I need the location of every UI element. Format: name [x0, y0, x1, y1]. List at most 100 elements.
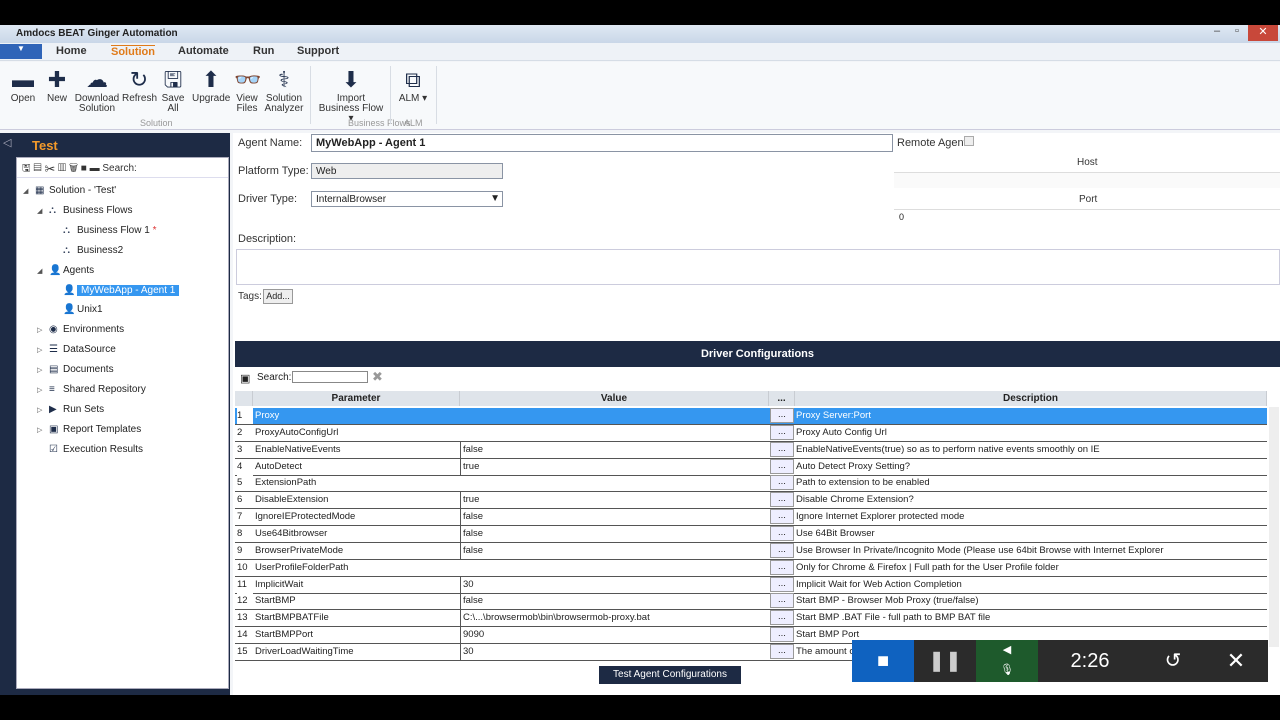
parameter-cell[interactable]: ProxyAutoConfigUrl — [255, 425, 458, 441]
table-row[interactable]: 1 Proxy... Proxy Server:Port — [235, 408, 1267, 425]
value-cell[interactable]: 30 — [460, 643, 768, 660]
expand-arrow-icon[interactable]: ◢ — [37, 202, 49, 222]
expand-arrow-icon[interactable]: ◢ — [23, 182, 35, 202]
tab-home[interactable]: Home — [56, 45, 87, 57]
edit-value-button[interactable]: ... — [770, 593, 794, 609]
file-menu-button[interactable]: ▼ — [0, 44, 42, 59]
agent-name-input[interactable]: MyWebApp - Agent 1 — [311, 134, 893, 152]
column-header-value[interactable]: Value — [460, 391, 769, 406]
parameter-cell[interactable]: ImplicitWait — [255, 577, 458, 593]
parameter-cell[interactable]: IgnoreIEProtectedMode — [255, 509, 458, 525]
grid-refresh-icon[interactable]: ▣ — [240, 372, 250, 385]
remote-agent-checkbox[interactable] — [964, 136, 974, 146]
tab-automate[interactable]: Automate — [178, 45, 229, 57]
expand-arrow-icon[interactable]: ◢ — [37, 262, 49, 282]
parameter-cell[interactable]: StartBMPPort — [255, 627, 458, 643]
column-header-description[interactable]: Description — [795, 391, 1267, 406]
column-header-parameter[interactable]: Parameter — [253, 391, 460, 406]
tab-support[interactable]: Support — [297, 45, 339, 57]
new-button[interactable]: ✚ New — [44, 66, 70, 104]
expand-arrow-icon[interactable]: ▷ — [37, 341, 49, 361]
edit-value-button[interactable]: ... — [770, 424, 794, 440]
value-cell[interactable]: 9090 — [460, 627, 768, 644]
parameter-cell[interactable]: DisableExtension — [255, 492, 458, 508]
tree-item[interactable]: ▷ ▤ Documents — [37, 360, 114, 380]
table-row[interactable]: 10 UserProfileFolderPath... Only for Chrom… — [235, 559, 1267, 577]
edit-value-button[interactable]: ... — [770, 475, 794, 491]
grid-search-input[interactable] — [292, 371, 368, 383]
open-button[interactable]: ▬ Open — [8, 66, 38, 104]
parameter-cell[interactable]: AutoDetect — [255, 459, 458, 475]
alm-button[interactable]: ⧉ ALM ▾ — [398, 66, 428, 104]
driver-type-select[interactable]: InternalBrowser ▼ — [311, 191, 503, 207]
tree-item[interactable]: 👤 Unix1 — [51, 300, 103, 320]
edit-value-button[interactable]: ... — [770, 458, 794, 474]
restore-button[interactable]: ▫ — [1228, 25, 1246, 41]
tree-item[interactable]: ◢ ⛬ Business Flows — [37, 201, 132, 221]
parameter-cell[interactable]: BrowserPrivateMode — [255, 543, 458, 559]
parameter-cell[interactable]: StartBMP — [255, 593, 458, 609]
save-all-icon[interactable]: ▤ — [33, 163, 44, 174]
value-cell[interactable]: C:\...\browsermob\bin\browsermob-proxy.b… — [460, 610, 768, 627]
value-cell[interactable]: false — [460, 525, 768, 542]
open-folder-icon[interactable]: ▬ — [90, 163, 103, 174]
edit-value-button[interactable]: ... — [770, 627, 794, 643]
test-agent-configurations-button[interactable]: Test Agent Configurations — [599, 666, 741, 684]
table-row[interactable]: 7 IgnoreIEProtectedMode false... Ignore Int… — [235, 509, 1267, 527]
parameter-cell[interactable]: Use64Bitbrowser — [255, 526, 458, 542]
table-row[interactable]: 6 DisableExtension true... Disable Chrome E… — [235, 492, 1267, 510]
edit-value-button[interactable]: ... — [770, 408, 794, 423]
tree-item[interactable]: ▷ ◉ Environments — [37, 320, 124, 340]
tab-solution[interactable]: Solution — [111, 45, 155, 58]
host-input[interactable] — [894, 172, 1280, 188]
restart-icon[interactable]: ↺ — [1142, 640, 1204, 682]
parameter-cell[interactable]: ExtensionPath — [255, 475, 458, 491]
tree-item[interactable]: ⛬ Business Flow 1 * — [51, 221, 157, 241]
table-row[interactable]: 5 ExtensionPath... Path to extension to be… — [235, 475, 1267, 493]
grid-scrollbar[interactable] — [1269, 407, 1279, 647]
parameter-cell[interactable]: Proxy — [255, 408, 458, 424]
parameter-cell[interactable]: UserProfileFolderPath — [255, 560, 458, 576]
table-row[interactable]: 4 AutoDetect true... Auto Detect Proxy Sett… — [235, 458, 1267, 476]
upgrade-button[interactable]: ⬆ Upgrade — [192, 66, 230, 104]
minimize-button[interactable]: – — [1208, 25, 1226, 41]
solution-analyzer-button[interactable]: ⚕ Solution Analyzer — [264, 66, 304, 114]
table-row[interactable]: 9 BrowserPrivateMode false... Use Browser I… — [235, 542, 1267, 560]
column-header-edit[interactable]: ... — [769, 391, 795, 406]
tab-run[interactable]: Run — [253, 45, 274, 57]
save-all-button[interactable]: 🖫 Save All — [160, 66, 186, 114]
value-cell[interactable]: true — [460, 492, 768, 509]
tree-item[interactable]: ◢ 👤 Agents — [37, 261, 94, 281]
value-cell[interactable]: false — [460, 441, 768, 458]
table-row[interactable]: 8 Use64Bitbrowser false... Use 64Bit Browse… — [235, 525, 1267, 543]
tree-item[interactable]: ▷ ☰ DataSource — [37, 340, 116, 360]
table-row[interactable]: 3 EnableNativeEvents false... EnableNativeE… — [235, 441, 1267, 459]
description-input[interactable] — [236, 249, 1280, 285]
port-input[interactable]: 0 — [894, 209, 1280, 225]
value-cell[interactable]: false — [460, 509, 768, 526]
expand-arrow-icon[interactable]: ▷ — [37, 321, 49, 341]
clear-search-icon[interactable]: ✖ — [372, 369, 383, 385]
xml-icon[interactable]: ■ — [81, 163, 90, 174]
refresh-button[interactable]: ↻ Refresh — [122, 66, 157, 104]
stop-icon[interactable]: ■ — [852, 640, 914, 682]
close-button[interactable]: ✕ — [1248, 25, 1278, 41]
edit-value-button[interactable]: ... — [770, 492, 794, 508]
value-cell[interactable]: false — [460, 593, 768, 610]
table-row[interactable]: 13 StartBMPBATFile C:\...\browsermob\bin\b… — [235, 610, 1267, 628]
parameter-cell[interactable]: DriverLoadWaitingTime — [255, 644, 458, 660]
download-solution-button[interactable]: ☁ Download Solution — [74, 66, 120, 114]
audio-mic-icon[interactable]: ◀ 🎙 — [976, 640, 1038, 682]
edit-value-button[interactable]: ... — [770, 610, 794, 626]
value-cell[interactable]: false — [460, 542, 768, 559]
edit-value-button[interactable]: ... — [770, 643, 794, 659]
close-recorder-icon[interactable]: ✕ — [1204, 640, 1268, 682]
tree-item[interactable]: ▷ ▣ Report Templates — [37, 420, 141, 440]
tree-item[interactable]: ▷ ▶ Run Sets — [37, 400, 104, 420]
expand-arrow-icon[interactable]: ▷ — [37, 421, 49, 441]
view-files-button[interactable]: 👓 View Files — [234, 66, 261, 114]
value-cell[interactable]: 30 — [460, 576, 768, 593]
collapse-panel-icon[interactable]: ◁ — [3, 136, 11, 149]
tree-item[interactable]: ◢ ▦ Solution - 'Test' — [23, 181, 116, 201]
expand-arrow-icon[interactable]: ▷ — [37, 401, 49, 421]
